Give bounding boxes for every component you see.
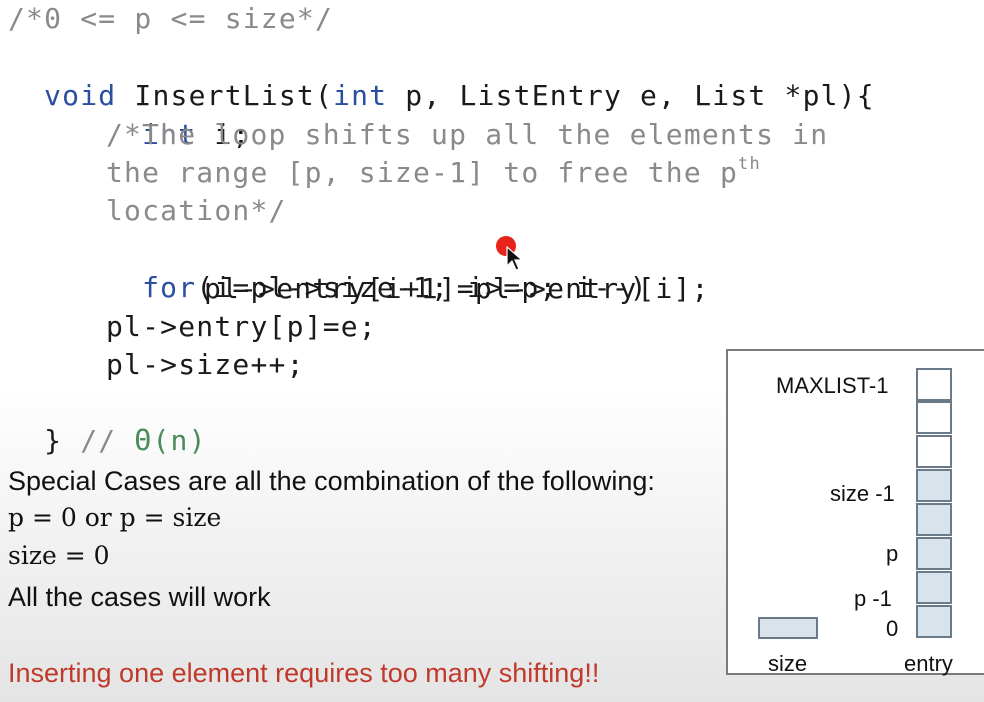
- case-size-zero: size = 0: [8, 541, 110, 570]
- shifting-warning: Inserting one element requires too many …: [8, 658, 600, 688]
- keyword-int: int: [333, 79, 388, 112]
- array-cell-empty: [916, 368, 952, 401]
- code-line-1: /*0 <= p <= size*/: [8, 2, 334, 35]
- array-cell-empty: [916, 401, 952, 434]
- all-cases-work: All the cases will work: [8, 582, 271, 612]
- code-line-11: } // Θ(n): [8, 384, 207, 460]
- array-cell-filled: [916, 469, 952, 502]
- superscript-th: th: [738, 154, 761, 174]
- case-p-equals: p = 0 or p = size: [8, 503, 222, 532]
- label-p-minus-1: p -1: [854, 586, 892, 611]
- size-field-box: [758, 617, 818, 639]
- array-cell-filled: [916, 503, 952, 536]
- code-line-6: location*/: [106, 194, 287, 227]
- code-line-9: pl->entry[p]=e;: [106, 310, 377, 343]
- label-entry: entry: [904, 651, 953, 676]
- array-cell-filled: [916, 605, 952, 638]
- special-cases-heading: Special Cases are all the combination of…: [8, 466, 655, 496]
- label-zero: 0: [886, 616, 899, 641]
- keyword-for: for: [142, 271, 197, 304]
- code-line-4: /*The loop shifts up all the elements in: [106, 118, 829, 151]
- array-cell-filled: [916, 537, 952, 570]
- label-size: size: [768, 651, 808, 676]
- label-p: p: [886, 541, 899, 566]
- label-size-minus-1: size -1: [830, 481, 895, 506]
- code-line-10: pl->size++;: [106, 348, 305, 381]
- function-params: p, ListEntry e, List *pl){: [387, 79, 875, 112]
- comment-text: the range [p, size-1] to free the p: [106, 156, 739, 189]
- complexity-theta: Θ(n): [134, 424, 207, 457]
- label-maxlist: MAXLIST-1: [776, 373, 889, 398]
- comment-marker: //: [62, 424, 135, 457]
- mouse-pointer-icon: [506, 246, 524, 271]
- code-line-5: the range [p, size-1] to free the pth: [106, 154, 761, 192]
- code-line-8: pl->entry[i+1]=pl->entry[i];: [204, 272, 710, 305]
- array-cell-empty: [916, 435, 952, 468]
- array-cell-filled: [916, 571, 952, 604]
- closing-brace: }: [44, 424, 63, 457]
- array-diagram: MAXLIST-1 size -1 p p -1 0 size entry: [726, 349, 984, 676]
